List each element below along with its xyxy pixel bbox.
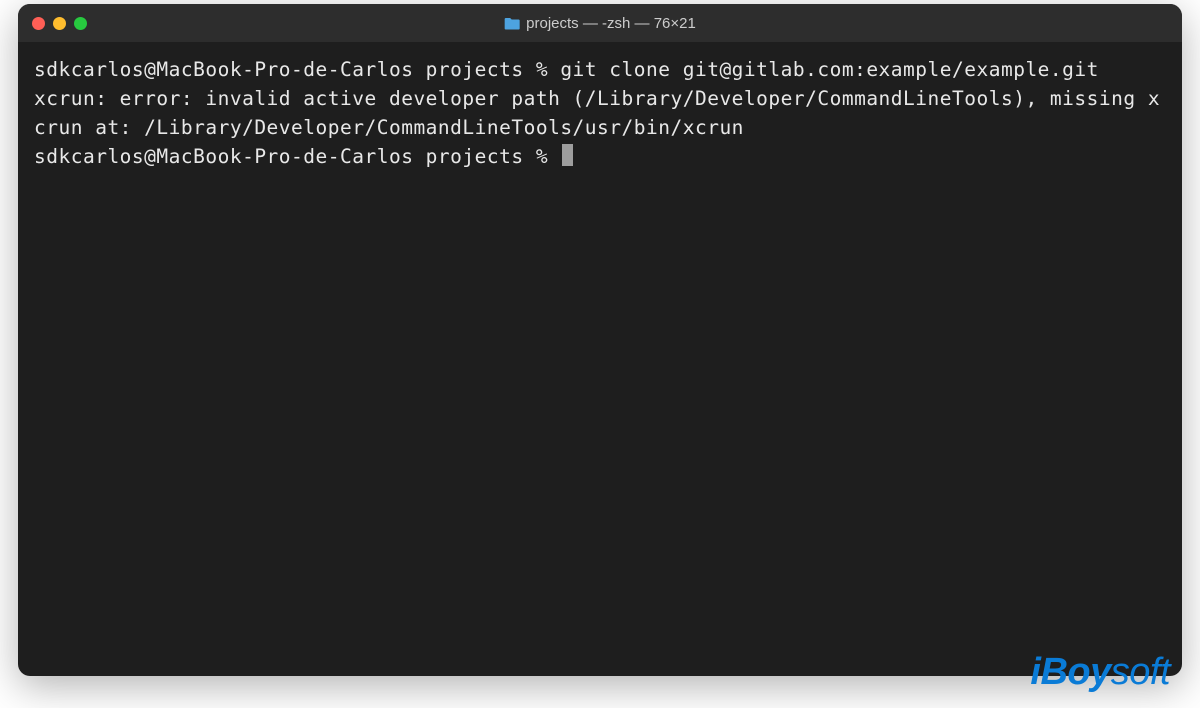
window-title-text: projects — -zsh — 76×21 — [526, 15, 696, 32]
maximize-button[interactable] — [74, 17, 87, 30]
terminal-line-1: sdkcarlos@MacBook-Pro-de-Carlos projects… — [34, 56, 1166, 85]
terminal-prompt-text: sdkcarlos@MacBook-Pro-de-Carlos projects… — [34, 145, 560, 168]
watermark-logo: iBoysoft — [1030, 651, 1170, 694]
traffic-lights — [32, 17, 87, 30]
minimize-button[interactable] — [53, 17, 66, 30]
watermark-suffix: soft — [1111, 651, 1170, 694]
window-title: projects — -zsh — 76×21 — [504, 15, 696, 32]
terminal-line-2: xcrun: error: invalid active developer p… — [34, 85, 1166, 143]
terminal-body[interactable]: sdkcarlos@MacBook-Pro-de-Carlos projects… — [18, 42, 1182, 185]
close-button[interactable] — [32, 17, 45, 30]
terminal-window: projects — -zsh — 76×21 sdkcarlos@MacBoo… — [18, 4, 1182, 676]
folder-icon — [504, 17, 520, 30]
title-bar: projects — -zsh — 76×21 — [18, 4, 1182, 42]
terminal-prompt-line: sdkcarlos@MacBook-Pro-de-Carlos projects… — [34, 143, 1166, 172]
watermark-prefix: iBoy — [1030, 651, 1110, 694]
cursor — [562, 144, 573, 166]
